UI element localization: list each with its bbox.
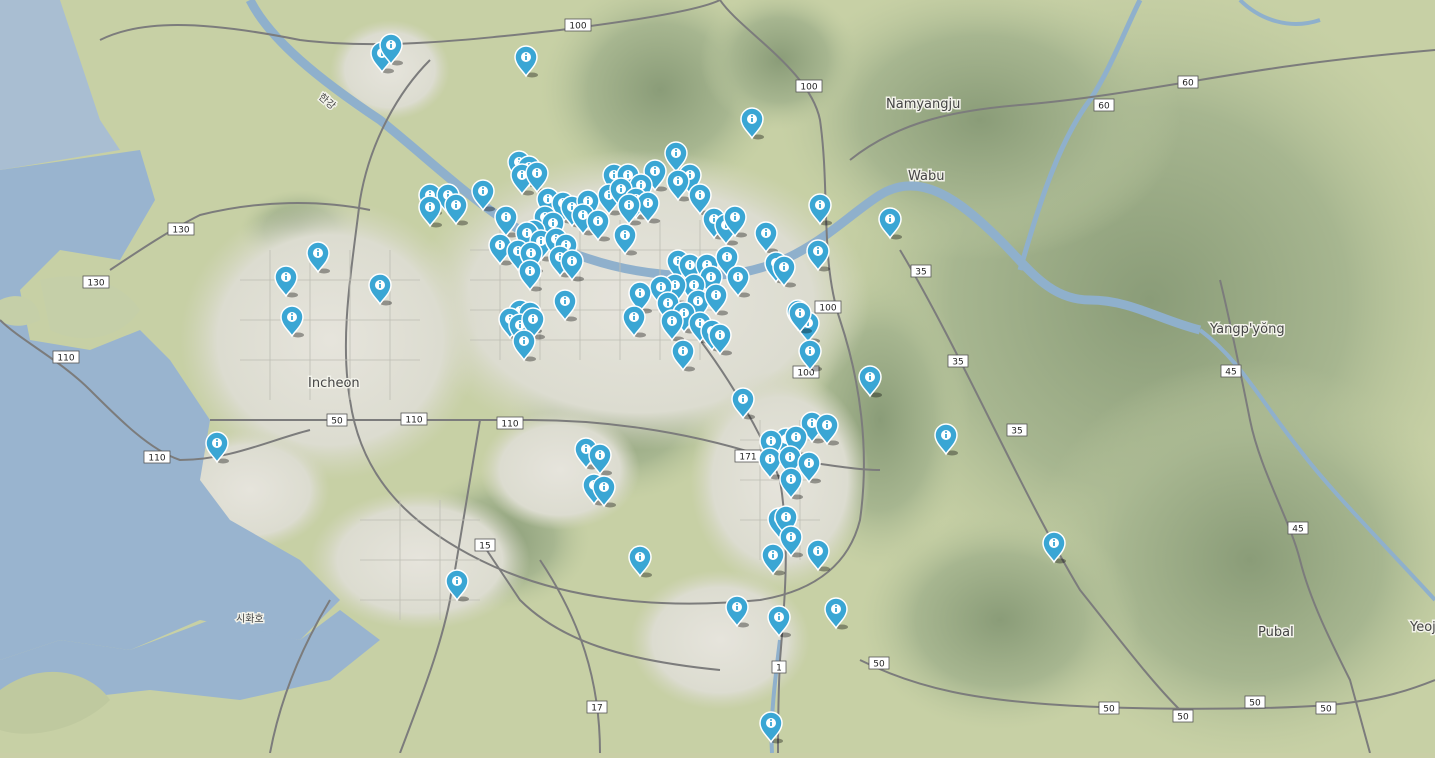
svg-text:35: 35: [915, 268, 926, 278]
svg-text:100: 100: [800, 83, 817, 93]
road-shield: 35: [910, 264, 932, 278]
svg-text:130: 130: [172, 226, 189, 236]
svg-text:35: 35: [952, 358, 963, 368]
road-shield: 60: [1177, 75, 1199, 89]
svg-text:50: 50: [1103, 705, 1115, 715]
road-shield: 130: [82, 275, 110, 289]
svg-text:17: 17: [591, 704, 602, 714]
road-shield: 50: [1315, 701, 1337, 715]
svg-text:100: 100: [819, 304, 836, 314]
label-yeoju: Yeoju: [1409, 620, 1435, 635]
svg-text:45: 45: [1292, 525, 1303, 535]
road-shield: 110: [400, 412, 428, 426]
label-namyangju: Namyangju: [886, 97, 960, 112]
svg-text:110: 110: [57, 354, 74, 364]
road-shield: 15: [474, 538, 496, 552]
label-wabu: Wabu: [908, 169, 944, 184]
road-shield: 50: [1172, 709, 1194, 723]
label-incheon: Incheon: [308, 376, 360, 391]
road-shield: 100: [564, 18, 592, 32]
road-shield: 35: [947, 354, 969, 368]
road-shield: 17: [586, 700, 608, 714]
svg-text:60: 60: [1182, 79, 1194, 89]
road-shield: 100: [795, 79, 823, 93]
map-svg[interactable]: Incheon Namyangju Wabu Yangp'yŏng Pubal …: [0, 0, 1435, 758]
svg-text:130: 130: [87, 279, 104, 289]
svg-text:50: 50: [873, 660, 885, 670]
map-canvas[interactable]: Incheon Namyangju Wabu Yangp'yŏng Pubal …: [0, 0, 1435, 758]
label-yangpyeong: Yangp'yŏng: [1209, 322, 1285, 337]
road-shield: 50: [1244, 695, 1266, 709]
road-shield: 1: [771, 660, 787, 674]
road-shield: 171: [734, 449, 762, 463]
svg-text:15: 15: [479, 542, 490, 552]
road-shield: 35: [1006, 423, 1028, 437]
road-shield: 110: [496, 416, 524, 430]
label-sihwaho: 시화호: [236, 613, 264, 625]
svg-text:50: 50: [331, 417, 343, 427]
svg-text:60: 60: [1098, 102, 1110, 112]
svg-text:110: 110: [501, 420, 518, 430]
road-shield: 50: [1098, 701, 1120, 715]
svg-text:50: 50: [1249, 699, 1261, 709]
svg-text:50: 50: [1177, 713, 1189, 723]
road-shield: 50: [868, 656, 890, 670]
road-shield: 45: [1287, 521, 1309, 535]
svg-text:50: 50: [1320, 705, 1332, 715]
svg-text:100: 100: [569, 22, 586, 32]
road-shield: 100: [814, 300, 842, 314]
svg-text:171: 171: [739, 453, 756, 463]
road-shield: 130: [167, 222, 195, 236]
svg-text:1: 1: [776, 664, 782, 674]
road-shield: 60: [1093, 98, 1115, 112]
svg-text:45: 45: [1225, 368, 1236, 378]
road-shield: 45: [1220, 364, 1242, 378]
label-pubal: Pubal: [1258, 625, 1294, 640]
road-shield: 50: [326, 413, 348, 427]
svg-text:110: 110: [148, 454, 165, 464]
svg-text:35: 35: [1011, 427, 1022, 437]
svg-text:110: 110: [405, 416, 422, 426]
road-shield: 110: [143, 450, 171, 464]
road-shield: 110: [52, 350, 80, 364]
